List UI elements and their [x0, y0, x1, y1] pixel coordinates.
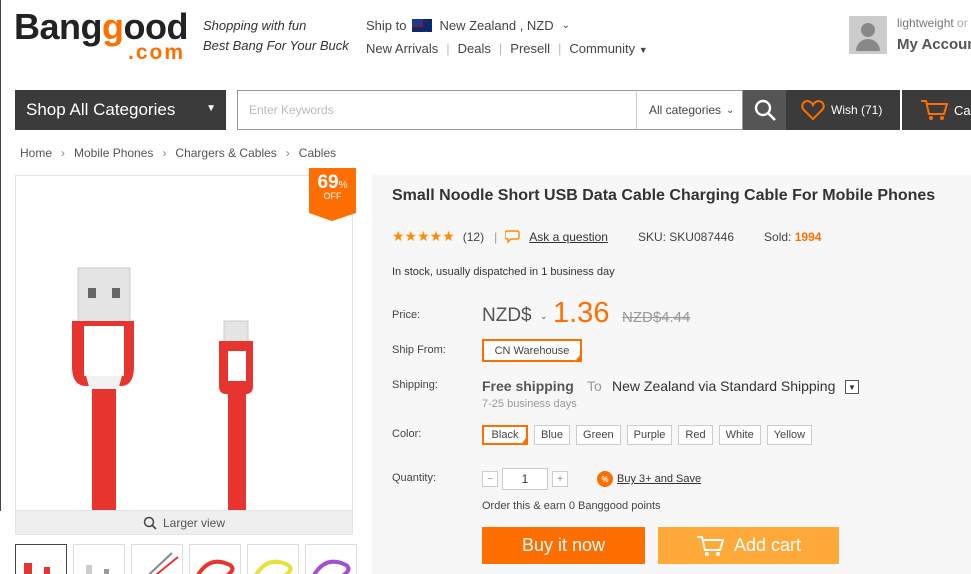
thumbnail[interactable]	[73, 544, 125, 574]
nav-new-arrivals[interactable]: New Arrivals	[366, 41, 438, 56]
quantity-decrease-button[interactable]: −	[482, 471, 498, 487]
points-info: Order this & earn 0 Banggood points	[482, 500, 661, 512]
color-option-black[interactable]: Black	[482, 425, 528, 446]
account-username[interactable]: lightweight or	[897, 16, 968, 30]
banggood-logo[interactable]: Banggood .com	[14, 6, 196, 66]
chat-bubble-icon	[505, 229, 520, 244]
free-shipping: Free shipping	[482, 378, 574, 394]
breadcrumb-mobile-phones[interactable]: Mobile Phones	[74, 146, 153, 160]
shipping-label: Shipping:	[392, 379, 438, 391]
color-option-red[interactable]: Red	[678, 425, 713, 445]
shop-all-label: Shop All Categories	[26, 100, 176, 119]
shipping-dropdown-icon[interactable]: ▼	[845, 380, 859, 394]
currency-selector[interactable]: NZD$	[482, 305, 532, 327]
chevron-down-icon: ⌄	[561, 20, 571, 31]
quantity-stepper: − 1 +	[482, 468, 568, 490]
tagline-2: Best Bang For Your Buck	[203, 38, 349, 53]
sku: SKU: SKU087446	[637, 229, 735, 244]
sold-count: Sold: 1994	[764, 229, 822, 244]
price-label: Price:	[392, 309, 421, 321]
product-cable-image	[72, 267, 253, 519]
rating-row: ★★★★★ (12) | Ask a question SKU: SKU0874…	[392, 228, 822, 244]
nav-deals[interactable]: Deals	[458, 41, 491, 56]
buy-now-button[interactable]: Buy it now	[482, 527, 645, 564]
quantity-input[interactable]: 1	[502, 468, 548, 490]
ask-question-link[interactable]: Ask a question	[529, 230, 608, 244]
wishlist-button[interactable]: Wish (71)	[786, 90, 900, 130]
add-cart-label: Add cart	[733, 535, 802, 555]
quantity-label: Quantity:	[392, 472, 437, 484]
avatar[interactable]	[849, 16, 887, 54]
color-option-yellow[interactable]: Yellow	[766, 425, 813, 445]
chevron-down-icon: ⌄	[726, 104, 735, 116]
nav-community[interactable]: Community ▼	[569, 41, 647, 56]
breadcrumb-home[interactable]: Home	[20, 146, 52, 160]
heart-icon	[801, 99, 825, 121]
new-zealand-flag-icon	[412, 16, 433, 36]
thumbnail[interactable]	[15, 544, 67, 574]
product-title: Small Noodle Short USB Data Cable Chargi…	[392, 187, 936, 204]
breadcrumb-chargers-cables[interactable]: Chargers & Cables	[175, 146, 276, 160]
search-icon	[754, 99, 776, 121]
thumbnail[interactable]	[189, 544, 241, 574]
thumbnail[interactable]	[305, 544, 357, 574]
price-value: 1.36	[553, 297, 610, 329]
search-button[interactable]	[743, 90, 786, 130]
ship-to-selector[interactable]: Ship to New Zealand , NZD ⌄	[366, 16, 571, 36]
search-input[interactable]: Enter Keywords	[237, 90, 637, 130]
larger-view-label: Larger view	[162, 515, 226, 530]
caret-down-icon: ▼	[206, 103, 216, 114]
thumbnail[interactable]	[131, 544, 183, 574]
cart-label: Ca	[954, 102, 971, 118]
product-main-image[interactable]	[15, 175, 353, 535]
cart-button[interactable]: Ca	[902, 90, 971, 130]
quantity-increase-button[interactable]: +	[552, 471, 568, 487]
percent-icon: %	[597, 471, 613, 487]
cart-icon	[921, 100, 948, 120]
color-option-white[interactable]: White	[718, 425, 761, 445]
rating-stars-icon: ★★★★★	[392, 228, 455, 244]
ship-to-label: Ship to	[366, 18, 407, 33]
page-left-border	[0, 0, 1, 511]
color-option-green[interactable]: Green	[576, 425, 621, 445]
my-account-link[interactable]: My Account	[897, 36, 971, 53]
shipping-destination[interactable]: New Zealand via Standard Shipping	[612, 378, 835, 394]
warehouse-option[interactable]: CN Warehouse	[482, 339, 582, 363]
caret-down-icon: ▼	[638, 45, 648, 55]
discount-badge: 69% OFF	[309, 168, 356, 221]
ship-to-value: New Zealand , NZD	[439, 18, 554, 33]
color-option-purple[interactable]: Purple	[626, 425, 673, 445]
search-category-select[interactable]: All categories ⌄	[636, 90, 743, 130]
color-label: Color:	[392, 428, 422, 440]
shipping-days: 7-25 business days	[482, 398, 577, 410]
thumbnail-strip	[15, 544, 357, 574]
cart-icon	[696, 535, 724, 556]
thumbnail[interactable]	[247, 544, 299, 574]
chevron-down-icon[interactable]: ⌄	[540, 311, 548, 322]
shop-all-categories-button[interactable]: Shop All Categories ▼	[15, 90, 226, 130]
search-category-value: All categories	[649, 103, 722, 117]
old-price: NZD$4.44	[622, 309, 691, 326]
breadcrumb-cables[interactable]: Cables	[299, 146, 336, 160]
breadcrumb: Home › Mobile Phones › Chargers & Cables › …	[20, 146, 337, 160]
magnifier-icon	[143, 516, 157, 530]
tagline-1: Shopping with fun	[203, 18, 307, 33]
color-options: Black Blue Green Purple Red White Yellow	[482, 425, 813, 446]
buy-3-save-link[interactable]: % Buy 3+ and Save	[597, 471, 701, 487]
nav-presell[interactable]: Presell	[510, 41, 550, 56]
review-count[interactable]: (12)	[463, 230, 484, 244]
top-nav: New Arrivals | Deals | Presell | Community …	[366, 41, 648, 56]
add-to-cart-button[interactable]: Add cart	[658, 527, 839, 564]
larger-view-button[interactable]: Larger view	[15, 510, 353, 535]
ship-to-word: To	[587, 378, 602, 394]
ship-from-label: Ship From:	[392, 344, 446, 356]
wish-label: Wish (71)	[831, 103, 883, 117]
color-option-blue[interactable]: Blue	[534, 425, 571, 445]
logo-com: .com	[128, 41, 186, 64]
stock-status: In stock, usually dispatched in 1 busine…	[392, 266, 615, 278]
